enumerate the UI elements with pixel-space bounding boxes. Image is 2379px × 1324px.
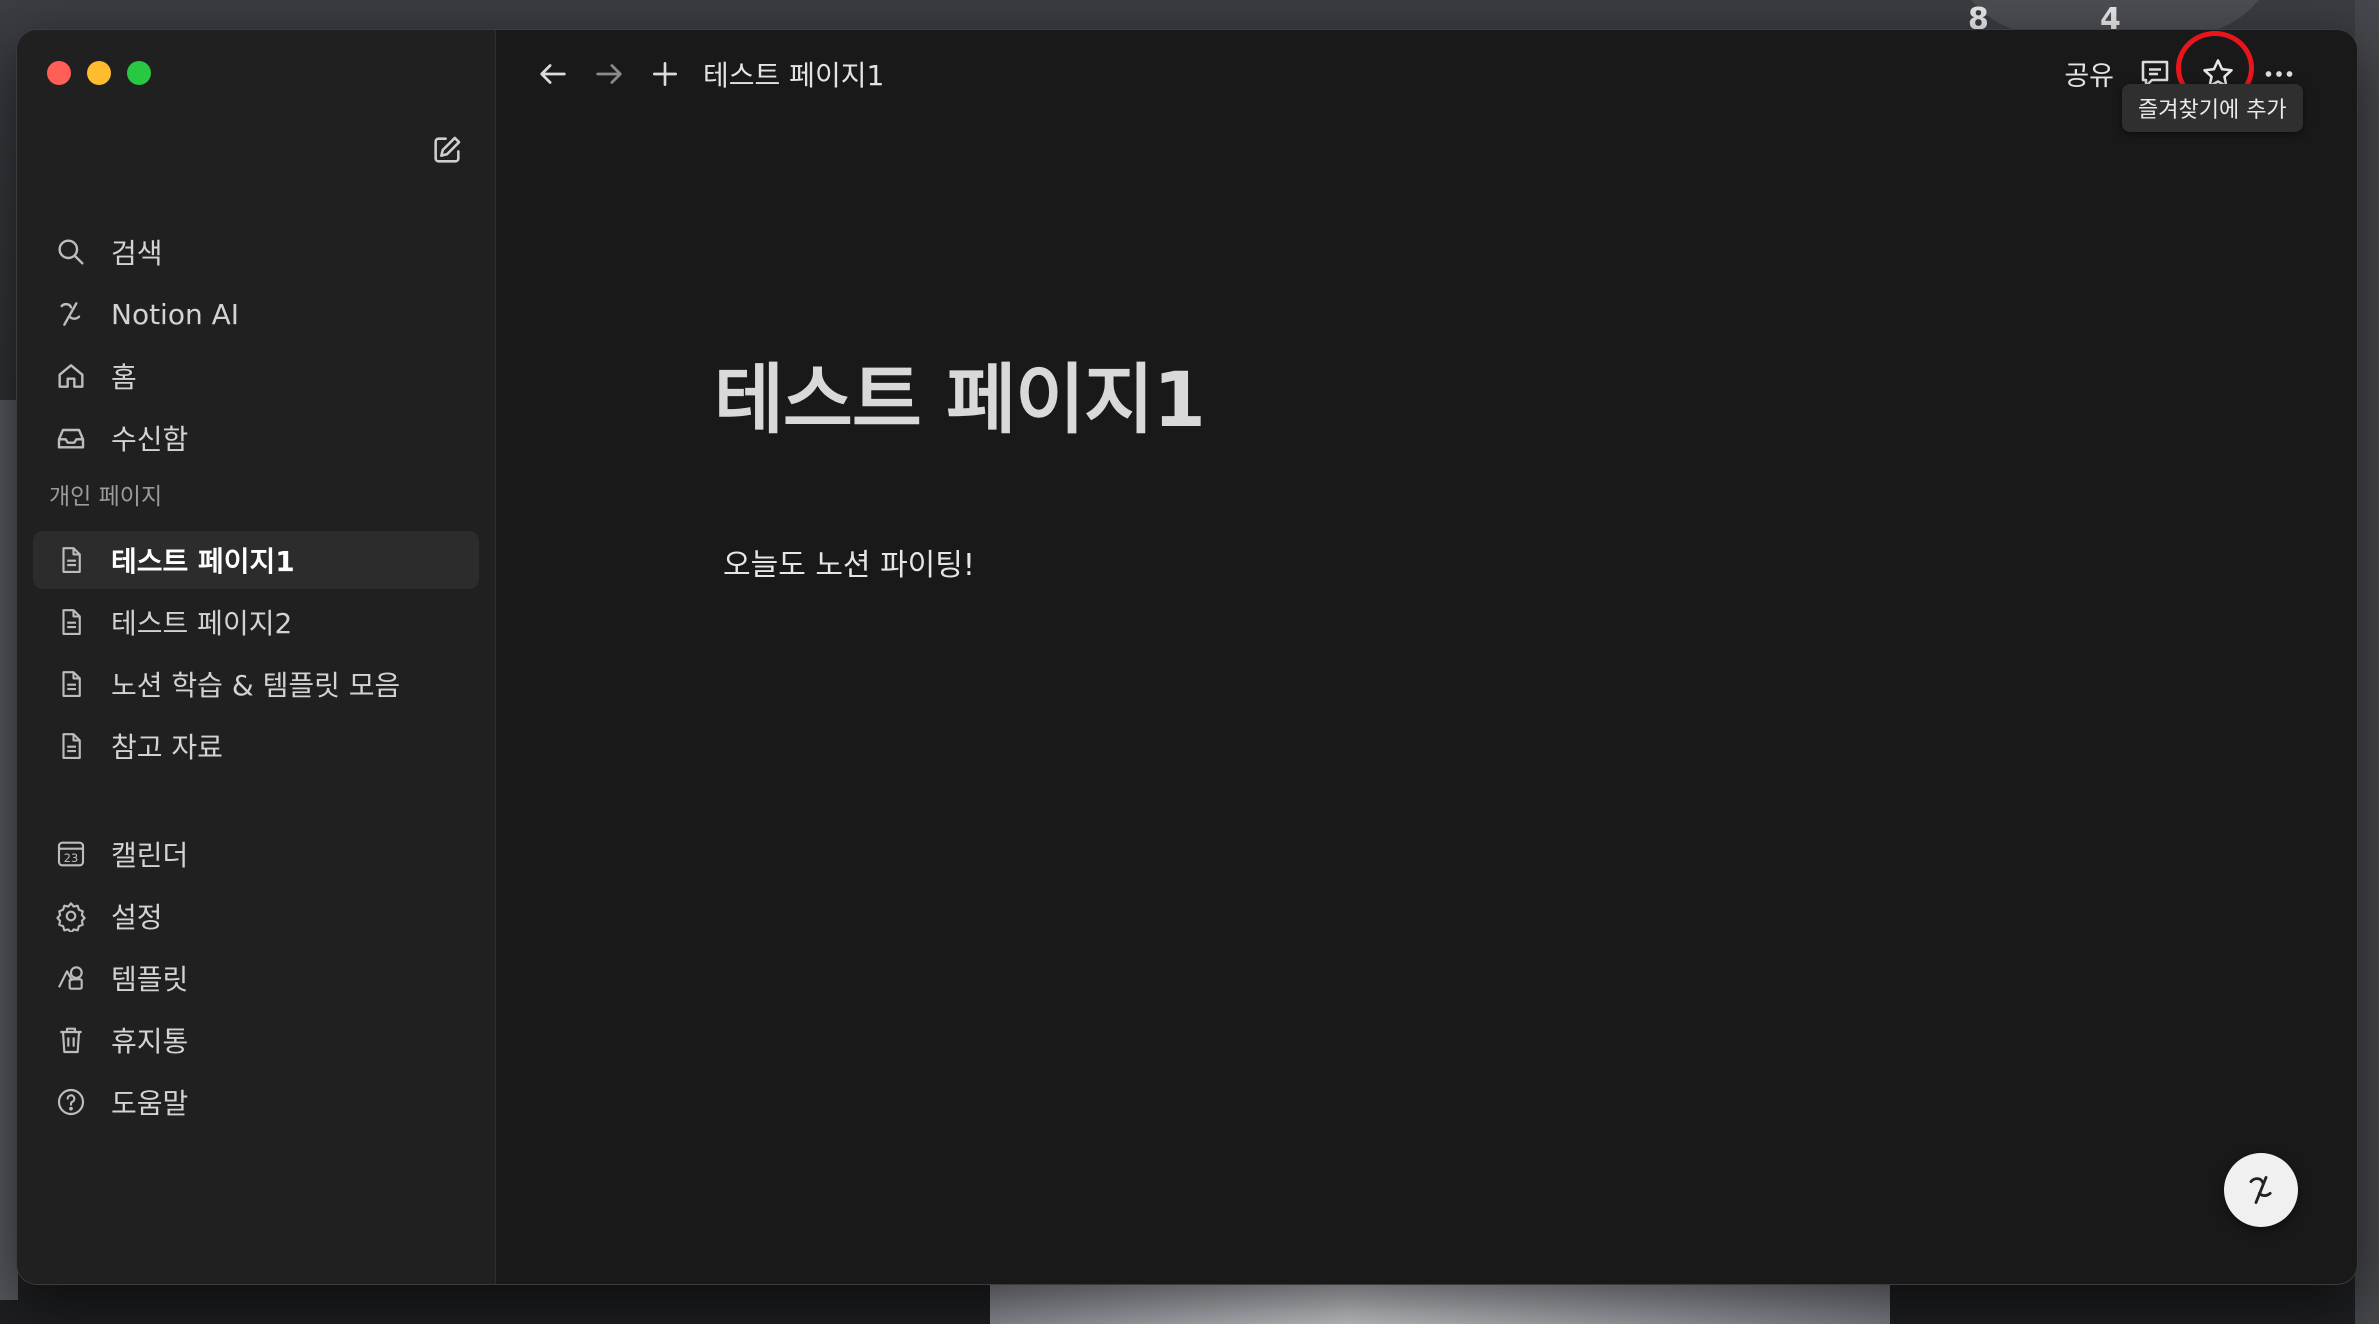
desktop-background: [2355, 0, 2379, 1324]
notion-window: 검색 Notion AI 홈 수신함 개인 페이지 테스트 페이지1 테스트 페…: [17, 30, 2357, 1284]
sidebar-item-label: 템플릿: [111, 963, 189, 996]
sidebar-item-trash[interactable]: 휴지통: [33, 1011, 479, 1069]
sidebar-item-calendar[interactable]: 23 캘린더: [33, 825, 479, 883]
page-icon: [51, 726, 91, 766]
help-icon: [51, 1082, 91, 1122]
sidebar-item-home[interactable]: 홈: [33, 347, 479, 405]
sidebar-item-label: 테스트 페이지1: [111, 545, 295, 578]
plus-icon: [649, 58, 681, 90]
forward-button[interactable]: [587, 52, 631, 96]
sidebar-item-label: 수신함: [111, 423, 189, 456]
page-title[interactable]: 테스트 페이지1: [714, 338, 1206, 448]
sidebar-item-templates[interactable]: 템플릿: [33, 949, 479, 1007]
section-label-private-pages: 개인 페이지: [49, 484, 163, 510]
favorite-tooltip: 즐겨찾기에 추가: [2122, 84, 2303, 132]
notion-ai-icon: [51, 294, 91, 334]
back-button[interactable]: [531, 52, 575, 96]
desktop-background: [0, 400, 18, 1300]
sidebar-item-label: 테스트 페이지2: [111, 607, 293, 640]
templates-icon: [51, 958, 91, 998]
sidebar-item-notion-ai[interactable]: Notion AI: [33, 285, 479, 343]
page-icon: [51, 540, 91, 580]
sidebar-page-reference[interactable]: 참고 자료: [33, 717, 479, 775]
sidebar-page-test-page-2[interactable]: 테스트 페이지2: [33, 593, 479, 651]
sidebar: 검색 Notion AI 홈 수신함 개인 페이지 테스트 페이지1 테스트 페…: [17, 30, 496, 1284]
sidebar-page-notion-learning[interactable]: 노션 학습 & 템플릿 모음: [33, 655, 479, 713]
sidebar-item-label: 설정: [111, 901, 163, 934]
sidebar-item-label: 도움말: [111, 1087, 189, 1120]
close-window-button[interactable]: [47, 61, 71, 85]
svg-text:23: 23: [64, 851, 78, 865]
new-page-button[interactable]: [427, 130, 467, 170]
arrow-left-icon: [536, 57, 570, 91]
sidebar-item-label: 참고 자료: [111, 731, 223, 764]
inbox-icon: [51, 418, 91, 458]
notion-ai-floating-button[interactable]: [2224, 1153, 2298, 1227]
calendar-icon: 23: [51, 834, 91, 874]
minimize-window-button[interactable]: [87, 61, 111, 85]
sidebar-item-settings[interactable]: 설정: [33, 887, 479, 945]
home-icon: [51, 356, 91, 396]
sidebar-item-label: 노션 학습 & 템플릿 모음: [111, 669, 401, 702]
add-page-button[interactable]: [643, 52, 687, 96]
page-icon: [51, 664, 91, 704]
window-controls: [47, 61, 151, 85]
desktop-dock-area: [990, 1280, 1890, 1324]
sidebar-item-search[interactable]: 검색: [33, 223, 479, 281]
maximize-window-button[interactable]: [127, 61, 151, 85]
sidebar-item-label: 홈: [111, 361, 137, 394]
trash-icon: [51, 1020, 91, 1060]
sidebar-item-help[interactable]: 도움말: [33, 1073, 479, 1131]
page-body-text[interactable]: 오늘도 노션 파이팅!: [723, 540, 975, 584]
gear-icon: [51, 896, 91, 936]
page-icon: [51, 602, 91, 642]
compose-icon: [430, 133, 464, 167]
breadcrumb[interactable]: 테스트 페이지1: [703, 54, 884, 94]
search-icon: [51, 232, 91, 272]
sidebar-item-label: 검색: [111, 237, 163, 270]
notion-ai-icon: [2241, 1170, 2281, 1210]
arrow-right-icon: [592, 57, 626, 91]
sidebar-item-inbox[interactable]: 수신함: [33, 409, 479, 467]
sidebar-page-test-page-1[interactable]: 테스트 페이지1: [33, 531, 479, 589]
share-button[interactable]: 공유: [2064, 54, 2114, 93]
sidebar-item-label: 휴지통: [111, 1025, 189, 1058]
topbar: 테스트 페이지1 공유: [495, 30, 2357, 116]
sidebar-item-label: 캘린더: [111, 839, 189, 872]
sidebar-item-label: Notion AI: [111, 297, 240, 331]
